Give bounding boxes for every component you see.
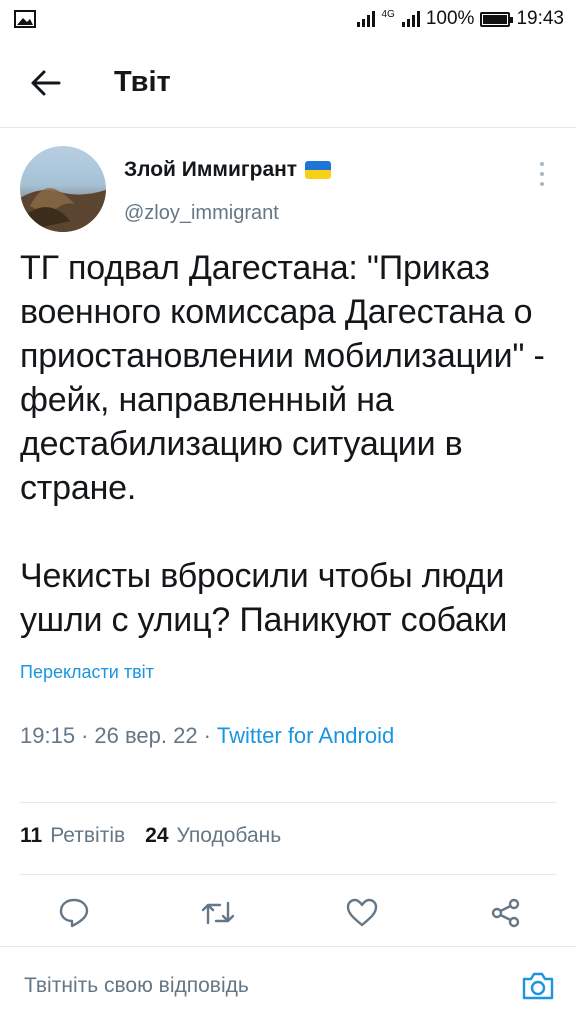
network-type: 4G [381,8,395,20]
more-options-button[interactable] [536,162,548,186]
share-icon [491,898,520,928]
avatar-image [20,188,106,232]
meta-separator: · [203,723,211,748]
page-title: Твіт [114,66,171,98]
retweets-label[interactable]: Ретвітів [50,824,125,848]
signal-icon-2 [401,11,420,27]
meta-separator: · [81,723,89,748]
like-icon [346,898,378,927]
likes-label[interactable]: Уподобань [177,824,282,848]
share-button[interactable] [488,895,524,931]
stats-row: 11 Ретвітів 24 Уподобань [20,824,301,848]
reply-icon [59,898,89,928]
avatar[interactable] [20,146,106,232]
tweet-time: 19:15 [20,723,76,748]
signal-icon [356,11,375,27]
camera-icon [522,972,554,999]
battery-icon [480,11,514,27]
translate-tweet-link[interactable]: Перекласти твіт [20,662,556,683]
status-time: 19:43 [516,8,564,29]
header: Твіт [0,38,576,128]
battery-percent: 100% [425,8,475,29]
retweet-icon [201,901,235,925]
like-button[interactable] [344,895,380,931]
ukraine-flag-icon [305,161,332,179]
tweet-text: ТГ подвал Дагестана: "Приказ военного ко… [20,249,545,639]
camera-button[interactable] [520,968,556,1004]
tweet-meta: 19:15 · 26 вер. 22 · Twitter for Android [20,723,556,749]
tweet: Злой Иммигрант @zloy_immigrant ТГ подвал… [20,128,556,749]
author-name-row: Злой Иммигрант [124,158,332,182]
reply-bar: Твітніть свою відповідь [0,946,576,1024]
retweets-count[interactable]: 11 [20,824,42,848]
divider [20,802,556,803]
author-name[interactable]: Злой Иммигрант [124,158,297,182]
divider [20,874,556,875]
likes-count[interactable]: 24 [145,824,168,848]
arrow-left-icon [31,70,61,95]
actions-row [20,890,556,936]
tweet-date: 26 вер. 22 [94,723,198,748]
image-notification-icon [14,10,36,28]
tweet-source-link[interactable]: Twitter for Android [217,723,394,749]
author-row: Злой Иммигрант @zloy_immigrant [20,128,556,232]
retweet-button[interactable] [200,895,236,931]
reply-button[interactable] [56,895,92,931]
author-handle[interactable]: @zloy_immigrant [124,202,279,225]
status-bar: 4G 100% 19:43 [0,0,576,38]
back-button[interactable] [26,63,66,103]
reply-input[interactable]: Твітніть свою відповідь [24,974,249,998]
